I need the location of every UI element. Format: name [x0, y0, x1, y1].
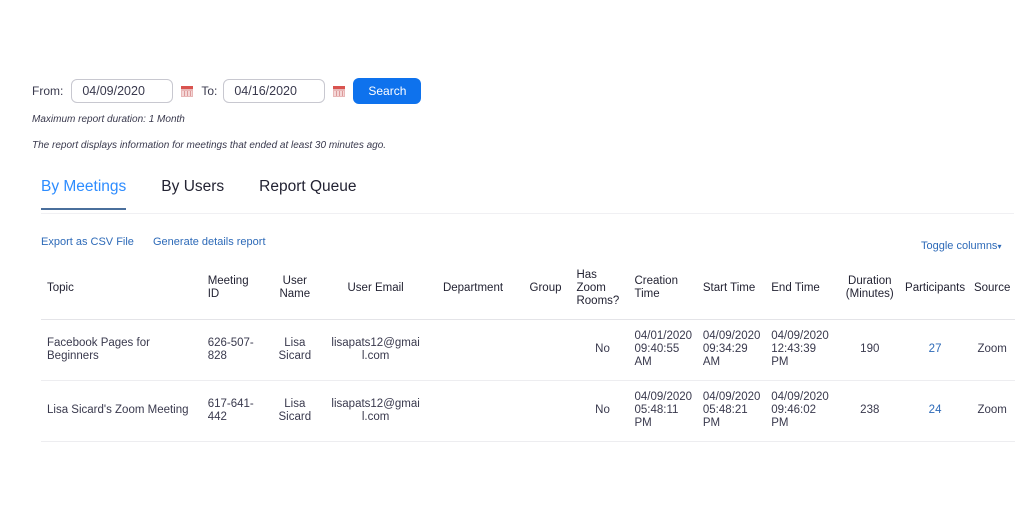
- report-tabs: By Meetings By Users Report Queue: [41, 178, 392, 210]
- cell-start-time: 04/09/2020 09:34:29 AM: [699, 319, 769, 381]
- cell-has-zoom-rooms: No: [573, 380, 632, 442]
- cell-start-time: 04/09/2020 05:48:21 PM: [699, 380, 769, 442]
- date-filter-row: From: To: Search: [32, 78, 422, 104]
- cell-participants-link[interactable]: 27: [900, 319, 970, 381]
- from-date-input[interactable]: [71, 79, 174, 103]
- cell-has-zoom-rooms: No: [573, 319, 632, 381]
- col-duration[interactable]: Duration (Minutes): [838, 258, 901, 320]
- col-group[interactable]: Group: [517, 258, 574, 320]
- col-user-name[interactable]: User Name: [266, 258, 323, 320]
- cell-user-name: Lisa Sicard: [266, 319, 323, 381]
- tab-divider: [41, 213, 1014, 214]
- col-user-email[interactable]: User Email: [322, 258, 429, 320]
- cell-user-email: lisapats12@gmai l.com: [322, 380, 429, 442]
- cell-meeting-id: 626-507- 828: [204, 319, 267, 381]
- from-label: From:: [32, 84, 64, 98]
- cell-group: [517, 319, 574, 381]
- table-header-row: Topic Meeting ID User Name User Email Depa…: [41, 258, 1015, 320]
- report-info-note: The report displays information for meet…: [32, 140, 387, 151]
- tab-by-users[interactable]: By Users: [161, 178, 224, 210]
- cell-participants-link[interactable]: 24: [900, 380, 970, 442]
- cell-source: Zoom: [969, 380, 1015, 442]
- col-source[interactable]: Source: [969, 258, 1015, 320]
- cell-end-time: 04/09/2020 12:43:39 PM: [768, 319, 839, 381]
- cell-department: [428, 380, 518, 442]
- meetings-table: Topic Meeting ID User Name User Email Depa…: [41, 258, 1015, 442]
- cell-meeting-id: 617-641- 442: [204, 380, 267, 442]
- toggle-columns-label: Toggle columns: [921, 240, 998, 252]
- calendar-icon[interactable]: [181, 85, 194, 97]
- cell-department: [428, 319, 518, 381]
- cell-user-name: Lisa Sicard: [266, 380, 323, 442]
- toggle-columns-dropdown[interactable]: Toggle columns▾: [921, 240, 1001, 252]
- max-duration-note: Maximum report duration: 1 Month: [32, 114, 185, 125]
- col-topic[interactable]: Topic: [41, 258, 205, 320]
- cell-source: Zoom: [969, 319, 1015, 381]
- cell-user-email: lisapats12@gmai l.com: [322, 319, 429, 381]
- search-button[interactable]: Search: [353, 78, 422, 104]
- cell-duration: 238: [838, 380, 901, 442]
- generate-details-link[interactable]: Generate details report: [153, 236, 266, 248]
- col-has-zoom-rooms[interactable]: Has Zoom Rooms?: [573, 258, 632, 320]
- cell-topic: Lisa Sicard's Zoom Meeting: [41, 380, 205, 442]
- caret-down-icon: ▾: [997, 242, 1002, 251]
- cell-group: [517, 380, 574, 442]
- tab-by-meetings[interactable]: By Meetings: [41, 178, 127, 210]
- calendar-icon[interactable]: [333, 85, 346, 97]
- cell-creation-time: 04/01/2020 09:40:55 AM: [631, 319, 700, 381]
- cell-duration: 190: [838, 319, 901, 381]
- col-start-time[interactable]: Start Time: [699, 258, 769, 320]
- col-participants[interactable]: Participants: [900, 258, 970, 320]
- col-meeting-id[interactable]: Meeting ID: [204, 258, 267, 320]
- cell-end-time: 04/09/2020 09:46:02 PM: [768, 380, 839, 442]
- to-date-input[interactable]: [223, 79, 326, 103]
- to-label: To:: [201, 84, 218, 98]
- tab-report-queue[interactable]: Report Queue: [259, 178, 356, 210]
- col-department[interactable]: Department: [428, 258, 518, 320]
- col-creation-time[interactable]: Creation Time: [631, 258, 700, 320]
- cell-creation-time: 04/09/2020 05:48:11 PM: [631, 380, 700, 442]
- table-row: Facebook Pages for Beginners 626-507- 828…: [41, 319, 1015, 381]
- col-end-time[interactable]: End Time: [768, 258, 839, 320]
- cell-topic: Facebook Pages for Beginners: [41, 319, 205, 381]
- table-row: Lisa Sicard's Zoom Meeting 617-641- 442 L…: [41, 380, 1015, 442]
- export-csv-link[interactable]: Export as CSV File: [41, 236, 134, 248]
